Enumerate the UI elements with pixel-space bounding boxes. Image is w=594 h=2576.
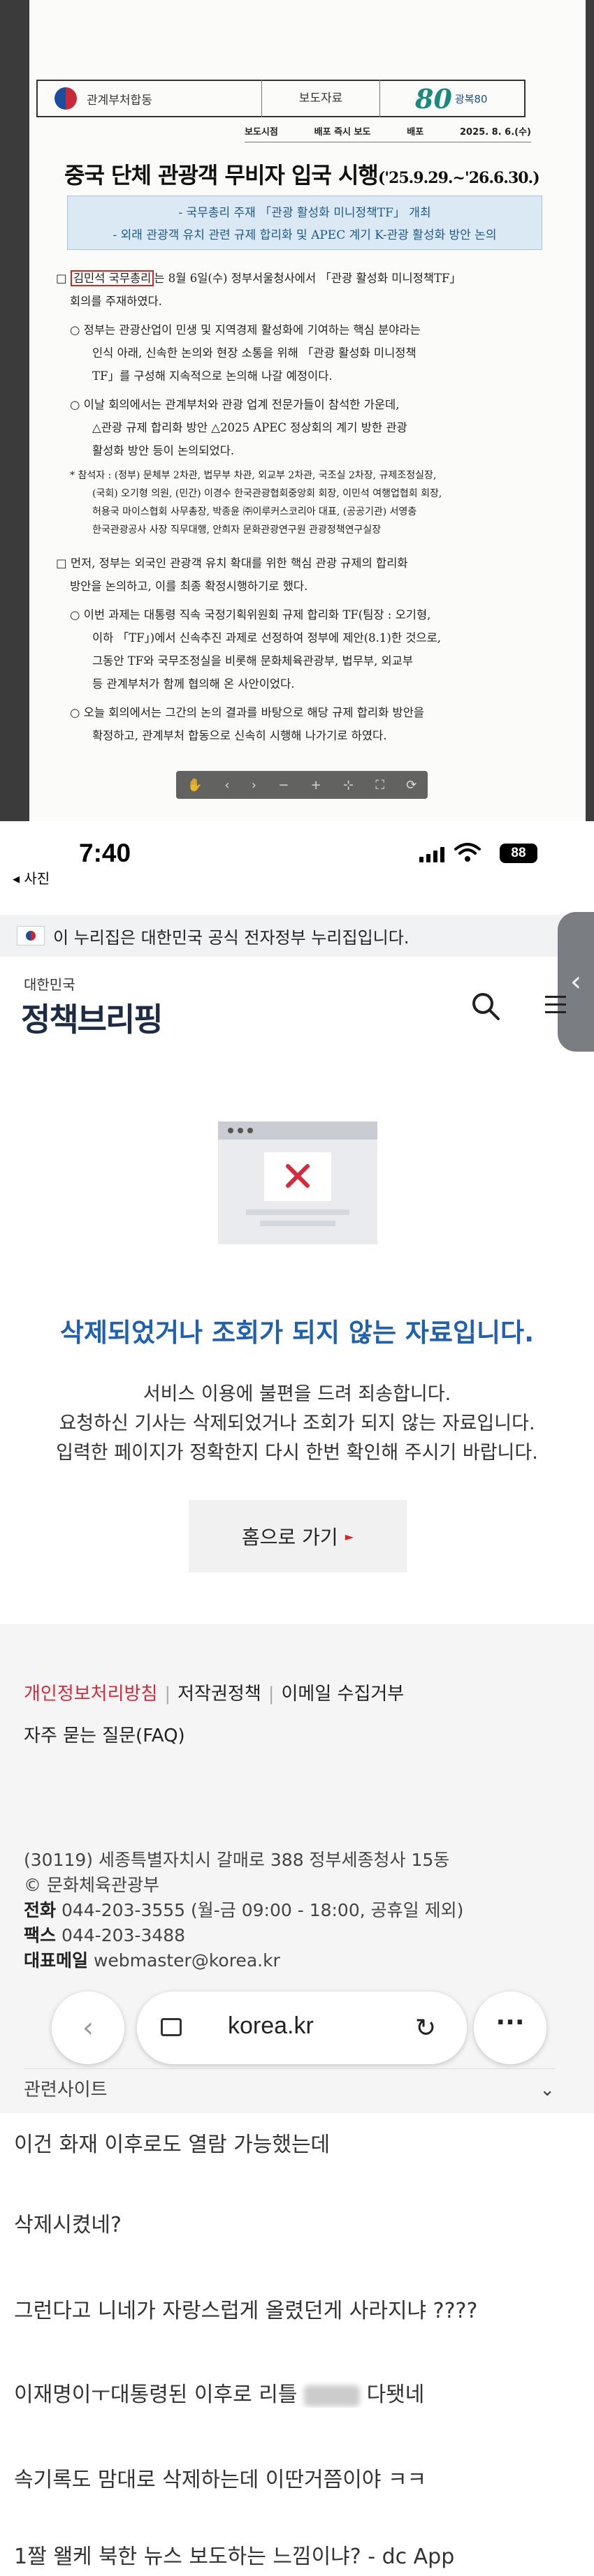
highlighted-name: 김민석 국무총리 (70, 270, 154, 286)
wifi-icon (454, 843, 481, 862)
privacy-policy-link[interactable]: 개인정보처리방침 (24, 1684, 157, 1705)
comment-text: 이건 화재 이후로도 열람 가능했는데 (14, 2133, 331, 2157)
paragraph-line: TF」를 구성해 지속적으로 논의해 나갈 예정이다. (92, 369, 333, 383)
distribution-info: 보도시점 배포 즉시 보도 배포 2025. 8. 6.(수) (245, 124, 531, 142)
browser-back-button[interactable]: ‹ (52, 1992, 124, 2064)
url-text[interactable]: korea.kr (228, 2012, 314, 2040)
status-bar: 7:40 ◂ 사진 88 (0, 821, 594, 887)
reload-icon[interactable]: ↻ (415, 2014, 436, 2043)
paragraph: □ 김민석 국무총리 는 8월 6일(수) 정부서울청사에서 「관광 활성화 미니… (56, 270, 461, 286)
document-header: 관계부처합동 보도자료 80 광복80 (36, 80, 526, 117)
chevron-down-icon: ⌄ (539, 2080, 555, 2100)
related-sites-dropdown[interactable]: 관련사이트 ⌄ (24, 2068, 555, 2110)
subtitle-line: - 외래 관광객 유치 관련 규제 합리화 및 APEC 계기 K-관광 활성화… (113, 228, 497, 242)
fit-icon[interactable]: ⊹ (343, 778, 354, 793)
screenshot-collage: 관계부처합동 보도자료 80 광복80 보도시점 배포 즉시 보도 배포 202… (0, 0, 594, 2576)
footer-contact: (30119) 세종특별자치시 갈매로 388 정부세종청사 15동 © 문화체… (24, 1850, 464, 1971)
arrow-right-icon: ► (345, 1529, 354, 1543)
next-page-icon[interactable]: › (252, 778, 256, 793)
address-bar[interactable]: korea.kr ↻ (137, 1992, 467, 2064)
side-panel-toggle[interactable]: ‹ (558, 912, 594, 1052)
ellipsis-icon: ··· (495, 2008, 525, 2037)
battery-icon: 88 (500, 844, 537, 863)
comment-text: 1짤 왤케 북한 뉴스 보도하는 느낌이냐? - dc App (14, 2545, 455, 2569)
chevron-left-icon: ‹ (570, 966, 581, 998)
document-title: 중국 단체 관광객 무비자 입국 시행('25.9.29.~'26.6.30.) (64, 162, 540, 189)
attendee-line: * 참석자 : (정부) 문체부 2차관, 법무부 차관, 외교부 2차관, 국… (70, 470, 437, 481)
paragraph-line: 회의를 주재하였다. (70, 295, 162, 308)
site-logo[interactable]: 정책브리핑 (21, 994, 164, 1040)
attendee-line: 허용국 마이스협회 사무총장, 박종윤 ㈜이루커스코리아 대표, (공공기관) … (92, 506, 417, 517)
back-to-photos-link[interactable]: ◂ 사진 (13, 867, 50, 888)
email-refusal-link[interactable]: 이메일 수집거부 (282, 1684, 405, 1705)
faq-link[interactable]: 자주 묻는 질문(FAQ) (24, 1725, 185, 1746)
official-site-banner[interactable]: 이 누리집은 대한민국 공식 전자정부 누리집입니다. (0, 915, 594, 957)
fullscreen-icon[interactable]: ⛶ (375, 778, 384, 793)
error-window-icon (218, 1121, 377, 1244)
government-emblem-icon (50, 86, 84, 111)
paragraph-line: 등 관계부처가 함께 협의해 온 사안이었다. (92, 677, 295, 691)
comment-text: 속기록도 맘대로 삭제하는데 이딴거쯤이야 ㅋㅋ (14, 2468, 427, 2492)
comment-text: 삭제시켰네? (14, 2213, 122, 2237)
clock: 7:40 (79, 839, 131, 867)
chevron-left-icon: ‹ (82, 2012, 94, 2044)
mobile-screenshot: 7:40 ◂ 사진 88 이 누리집은 대한민국 공식 전자정부 누리집입니다.… (0, 821, 594, 2113)
anniversary-logo: 80 광복80 (415, 82, 488, 115)
tabs-icon[interactable] (161, 2018, 182, 2036)
rotate-icon[interactable]: ⟳ (406, 778, 416, 793)
paragraph-line: ○ 이번 과제는 대통령 직속 국정기획위원회 규제 합리화 TF(팀장 : 오… (70, 608, 431, 621)
zoom-out-icon[interactable]: − (278, 778, 289, 793)
more-options-button[interactable]: ··· (474, 1992, 546, 2064)
comment-text: 그런다고 니네가 자랑스럽게 올렸던게 사라지냐 ???? (14, 2299, 478, 2323)
banner-text: 이 누리집은 대한민국 공식 전자정부 누리집입니다. (53, 927, 410, 948)
go-home-button[interactable]: 홈으로 가기 ► (189, 1500, 407, 1573)
paragraph-line: △관광 규제 합리화 방안 △2025 APEC 정상회의 계기 방한 관광 (92, 421, 407, 434)
zoom-in-icon[interactable]: + (311, 778, 321, 793)
document-body: □ 김민석 국무총리 는 8월 6일(수) 정부서울청사에서 「관광 활성화 미니… (56, 267, 538, 747)
blurred-text (304, 2385, 361, 2406)
paragraph-line: ○ 이날 회의에서는 관계부처와 관광 업계 전문가들이 참석한 가운데, (70, 398, 400, 411)
document-kind: 보도자료 (261, 80, 380, 117)
signal-icon (419, 847, 444, 862)
error-message: 서비스 이용에 불편을 드려 죄송합니다. 요청하신 기사는 삭제되었거나 조회… (56, 1383, 538, 1464)
hamburger-menu-icon[interactable] (545, 996, 566, 1017)
subtitle-line: - 국무총리 주재 「관광 활성화 미니정책TF」 개최 (178, 206, 431, 220)
comment-list: 이건 화재 이후로도 열람 가능했는데 삭제시켰네? 그런다고 니네가 자랑스럽… (0, 2113, 594, 2576)
attendee-line: 한국관광공사 사장 직무대행, 안희자 문화관광연구원 관광정책연구실장 (92, 524, 382, 536)
paragraph-line: 활성화 방안 등이 논의되었다. (92, 444, 235, 457)
footer-links: 개인정보처리방침 | 저작권정책 | 이메일 수집거부 자주 묻는 질문(FAQ) (24, 1684, 405, 1746)
document-viewer: 관계부처합동 보도자료 80 광복80 보도시점 배포 즉시 보도 배포 202… (0, 0, 594, 821)
paragraph-line: ○ 정부는 관광산업이 민생 및 지역경제 활성화에 기여하는 핵심 분야라는 (70, 323, 421, 337)
paragraph-line: 확정하고, 관계부처 합동으로 신속히 시행해 나가기로 하였다. (92, 729, 387, 742)
copyright-policy-link[interactable]: 저작권정책 (178, 1684, 261, 1705)
attendee-line: (국회) 오기형 의원, (민간) 이경수 한국관광협회중앙회 회장, 이민석 … (92, 488, 442, 499)
site-logo-subtitle: 대한민국 (24, 976, 75, 993)
paragraph-line: □ 먼저, 정부는 외국인 관광객 유치 확대를 위한 핵심 관광 규제의 합리… (56, 557, 408, 570)
error-title: 삭제되었거나 조회가 되지 않는 자료입니다. (59, 1318, 535, 1348)
viewer-toolbar[interactable]: ✋ ‹ › − + ⊹ ⛶ ⟳ (176, 771, 428, 799)
paragraph-line: 방안을 논의하고, 이를 최종 확정시행하기로 했다. (70, 580, 308, 593)
paragraph-line: 이하 「TF」)에서 신속추진 과제로 선정하여 정부에 제안(8.1)한 것으… (92, 631, 442, 645)
prev-page-icon[interactable]: ‹ (224, 778, 229, 793)
comment-text: 이재명이ㅜ대통령된 이후로 리틀 다됏네 (14, 2383, 425, 2407)
korean-flag-icon (17, 926, 45, 945)
search-icon[interactable] (468, 989, 503, 1024)
paragraph-line: 그동안 TF와 국무조정실을 비롯해 문화체육관광부, 법무부, 외교부 (92, 654, 414, 668)
paragraph-line: 인식 아래, 신속한 논의와 현장 소통을 위해 「관광 활성화 미니정책 (92, 346, 416, 360)
subtitle-box: - 국무총리 주재 「관광 활성화 미니정책TF」 개최 - 외래 관광객 유치… (67, 196, 542, 250)
paragraph-line: ○ 오늘 회의에서는 그간의 논의 결과를 바탕으로 해당 규제 합리화 방안을 (70, 706, 425, 719)
department-name: 관계부처합동 (87, 93, 152, 108)
hand-tool-icon[interactable]: ✋ (187, 778, 203, 793)
